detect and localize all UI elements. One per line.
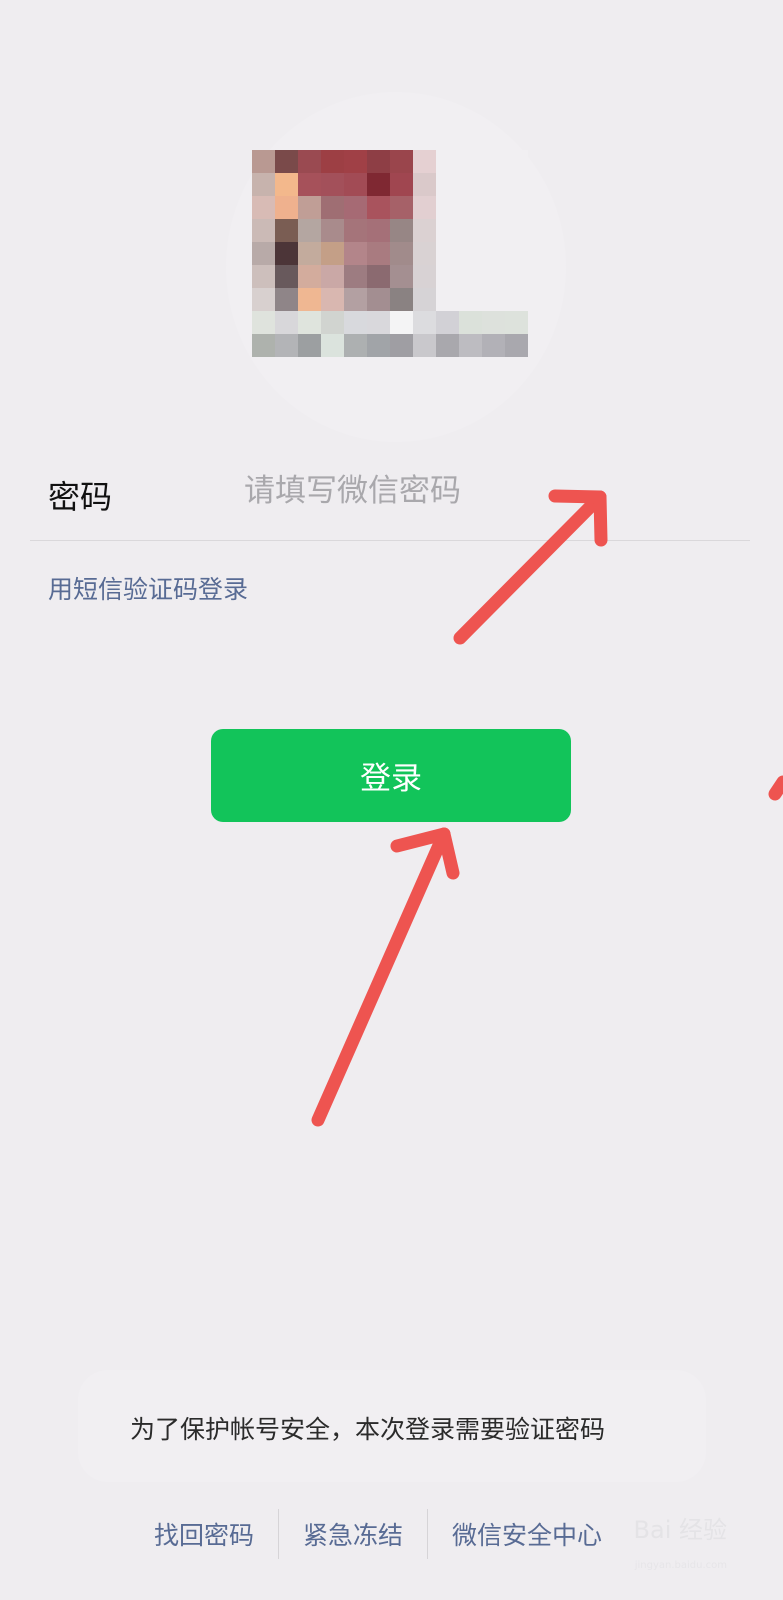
watermark-url: jingyan.baidu.com (634, 1560, 727, 1571)
arrow-edge-fragment (768, 775, 783, 801)
watermark: Bai 经验 (633, 1516, 727, 1544)
annotation-arrows (311, 489, 783, 1127)
arrow-to-password-field (453, 489, 608, 645)
arrow-to-login-button (311, 827, 460, 1127)
